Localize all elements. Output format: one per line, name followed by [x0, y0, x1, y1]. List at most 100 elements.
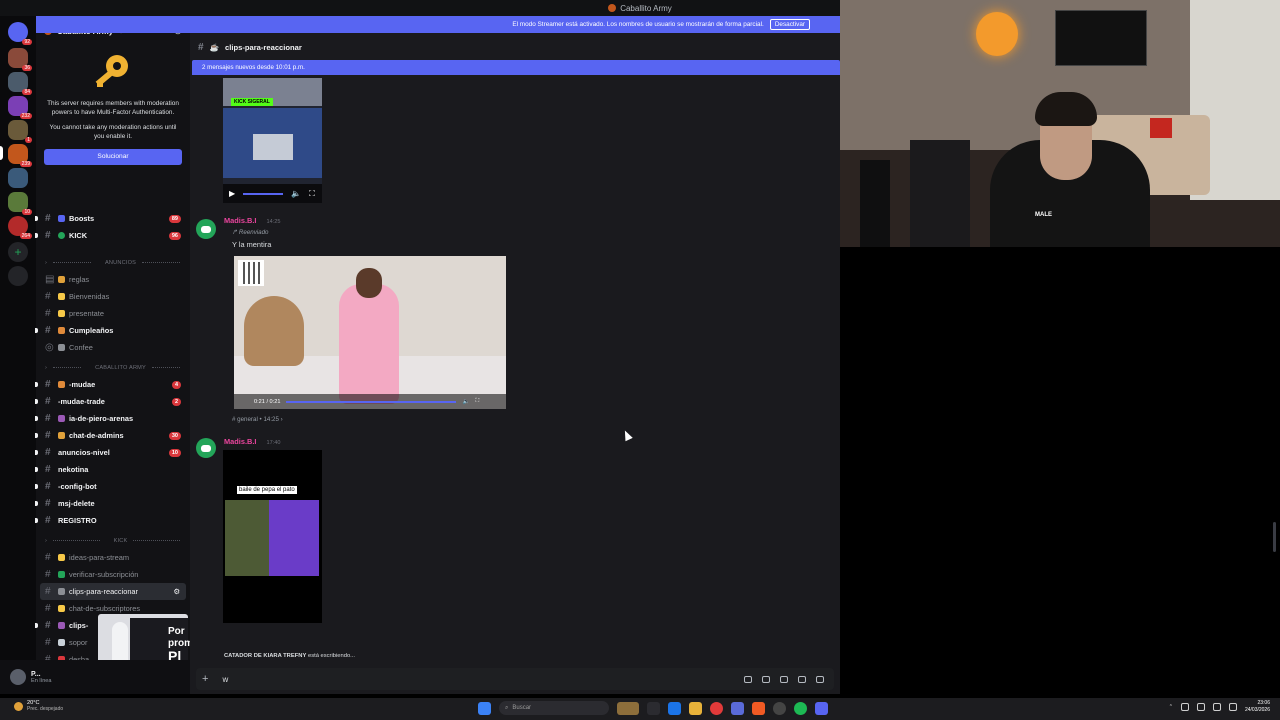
discord-icon[interactable]	[815, 701, 828, 715]
channel-presentate[interactable]: # presentate	[36, 305, 190, 322]
server-icon[interactable]: 10	[8, 192, 32, 215]
channel-chat-de-admins[interactable]: # chat-de-admins 30	[35, 427, 190, 444]
discover-icon[interactable]	[8, 266, 28, 286]
volume-icon[interactable]	[1228, 703, 1237, 711]
avatar[interactable]	[196, 219, 216, 239]
channel-label: nekotina	[58, 465, 89, 474]
channel-confee[interactable]: ◎ Confee	[36, 339, 190, 356]
video-embed[interactable]: KICK SIGERAL ▶ 🔈 ⛶	[223, 78, 322, 203]
sticker-icon[interactable]	[780, 675, 788, 683]
avatar[interactable]	[10, 669, 26, 685]
channel-registro[interactable]: # REGISTRO	[35, 512, 190, 529]
channel-emoji-icon	[58, 432, 65, 439]
channel-msj-delete[interactable]: # msj-delete	[35, 495, 190, 512]
start-icon[interactable]	[478, 701, 491, 715]
clock[interactable]: 23:06 24/03/2026	[1245, 700, 1270, 714]
channel-mudae-trade[interactable]: # -mudae-trade 2	[35, 393, 190, 410]
app-icon[interactable]	[710, 701, 723, 715]
message-input[interactable]: w	[222, 675, 228, 684]
source-time: 14:25	[263, 416, 279, 423]
file-explorer-icon[interactable]	[689, 701, 702, 715]
server-icon[interactable]: 84	[8, 72, 32, 95]
gift-icon[interactable]	[744, 675, 752, 683]
spotify-icon[interactable]	[794, 701, 807, 715]
channel-bienvenidas[interactable]: # Bienvenidas	[36, 288, 190, 305]
channel-emoji-icon	[58, 232, 65, 239]
message-author[interactable]: Madis.B.I 17:40	[224, 437, 280, 446]
channel-clips-para-reaccionar[interactable]: # clips-para-reaccionar ⚙	[40, 583, 186, 600]
emoji-icon[interactable]	[798, 675, 806, 683]
channel-anuncios-nivel[interactable]: # anuncios-nivel 10	[35, 444, 190, 461]
channel-mudae[interactable]: # -mudae 4	[35, 376, 190, 393]
server-icon[interactable]	[8, 168, 28, 188]
rail-badge: 92	[22, 39, 32, 45]
desactivar-button[interactable]: Desactivar	[769, 19, 810, 30]
direct-messages-icon[interactable]: 92	[8, 22, 32, 45]
channel-ideas-para-stream[interactable]: # ideas-para-stream	[36, 549, 190, 566]
app-icon[interactable]	[731, 701, 744, 715]
weather-widget[interactable]: 20°C Prec. despejado	[14, 700, 63, 712]
server-icon-caballito[interactable]: 239	[8, 144, 32, 167]
fullscreen-icon[interactable]: ⛶	[309, 189, 315, 199]
hash-icon: #	[198, 41, 204, 53]
channel-config-bot[interactable]: # -config-bot	[35, 478, 190, 495]
add-attachment-icon[interactable]: +	[202, 673, 208, 685]
volume-icon[interactable]: 🔈	[291, 189, 301, 198]
channel-boosts[interactable]: # Boosts 89	[35, 210, 190, 227]
fullscreen-icon[interactable]: ⛶	[475, 398, 479, 405]
progress-bar[interactable]	[286, 400, 457, 403]
avatar[interactable]	[196, 438, 216, 458]
network-icon[interactable]	[1212, 703, 1221, 711]
channel-label: Confee	[69, 343, 93, 352]
server-icon[interactable]: 264	[8, 216, 32, 239]
channel-emoji-icon	[58, 327, 65, 334]
solucionar-button[interactable]: Solucionar	[44, 149, 182, 165]
category-anuncios[interactable]: › ANUNCIOS	[36, 254, 190, 271]
tray-icon[interactable]	[1180, 703, 1189, 711]
server-icon[interactable]: 1	[8, 120, 32, 143]
channel-kick[interactable]: # KICK 96	[35, 227, 190, 244]
tray-chevron-icon[interactable]: ⌃	[1169, 704, 1173, 710]
gif-icon[interactable]	[762, 675, 770, 683]
channel-ia-de-piero-arenas[interactable]: # ia-de-piero-arenas	[35, 410, 190, 427]
forward-source[interactable]: # general • 14:25 ›	[232, 416, 283, 423]
category-caballito-army[interactable]: › CABALLITO ARMY	[36, 359, 190, 376]
edge-icon[interactable]	[668, 701, 681, 715]
category-kick[interactable]: › KICK	[36, 532, 190, 549]
add-server-icon[interactable]: +	[8, 242, 28, 262]
hash-icon: #	[45, 447, 51, 458]
message-text: Y la mentira	[232, 240, 272, 249]
settings-icon[interactable]: ⚙	[173, 587, 180, 596]
video-embed[interactable]: 0:21 / 0:21 🔈 ⛶	[234, 256, 506, 409]
search-box[interactable]: ⌕ Buscar	[499, 701, 609, 715]
task-view-icon[interactable]	[647, 701, 660, 715]
server-icon[interactable]: 36	[8, 48, 32, 71]
brave-icon[interactable]	[752, 701, 765, 715]
channel-nekotina[interactable]: # nekotina	[35, 461, 190, 478]
scrollbar[interactable]	[1273, 522, 1276, 552]
video-embed[interactable]: baile de pepa el pato	[223, 450, 322, 623]
message-composer[interactable]: + w	[196, 668, 834, 690]
user-panel[interactable]: P... En línea	[0, 660, 190, 694]
volume-icon[interactable]: 🔈	[462, 399, 469, 405]
key-icon	[89, 50, 137, 96]
tray-icon[interactable]	[1196, 703, 1205, 711]
server-icon[interactable]: 232	[8, 96, 32, 119]
obs-icon[interactable]	[773, 701, 786, 715]
widget-icon[interactable]	[617, 701, 639, 715]
channel-reglas[interactable]: ▤ reglas	[36, 271, 190, 288]
weather-icon	[14, 701, 23, 711]
play-icon[interactable]: ▶	[229, 189, 235, 198]
progress-bar[interactable]	[243, 192, 284, 195]
channel-cumpleanos[interactable]: # Cumpleaños	[35, 322, 190, 339]
channel-label: Boosts	[69, 214, 95, 223]
new-messages-bar[interactable]: 2 mensajes nuevos desde 10:01 p.m.	[192, 60, 840, 75]
message-author[interactable]: Madis.B.I 14:25	[224, 216, 280, 225]
hash-icon: #	[45, 498, 51, 509]
channel-emoji-icon	[58, 622, 65, 629]
video-frame-desk	[253, 134, 293, 160]
apps-icon[interactable]	[816, 675, 824, 683]
video-controls[interactable]: 0:21 / 0:21 🔈 ⛶	[234, 394, 506, 409]
channel-verificar-subscripcion[interactable]: # verificar-subscripción	[36, 566, 190, 583]
video-controls[interactable]: ▶ 🔈 ⛶	[223, 184, 322, 203]
